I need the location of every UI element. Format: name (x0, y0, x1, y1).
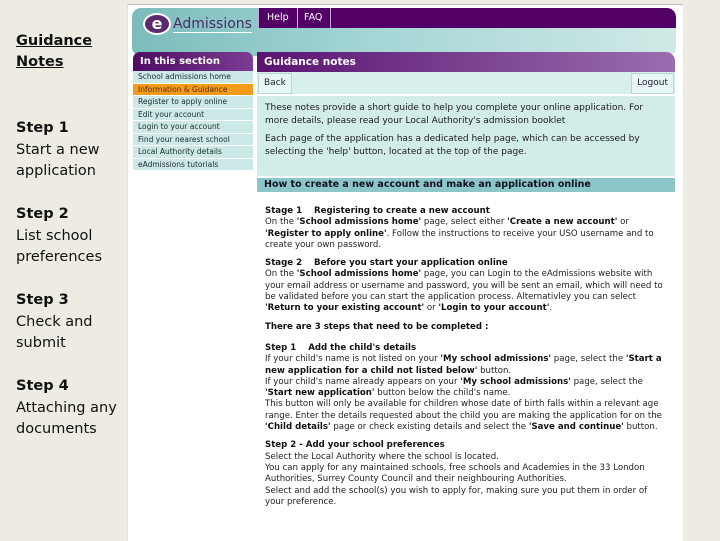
step-1-title: Step 1 Add the child's details (265, 342, 417, 353)
step-2-block: Step 2 - Add your school preferences Sel… (265, 440, 667, 508)
stage-2-title: Stage 2 Before you start your applicatio… (265, 258, 508, 269)
stage-1-block: Stage 1 Registering to create a new acco… (265, 206, 667, 251)
ui-reference: 'My school admissions' (460, 376, 571, 387)
sidebar-item-information-guidance[interactable]: Information & Guidance (133, 83, 253, 96)
in-this-section-sidebar: In this section School admissions home I… (133, 52, 253, 171)
text: If your child's name is not listed on yo… (265, 354, 441, 365)
slide-step-label: Step 1 (16, 120, 69, 136)
ui-reference: 'Start new application' (265, 388, 375, 399)
action-toolbar: Back Logout (257, 72, 675, 96)
text: or (424, 303, 439, 314)
slide-step-text: List school preferences (16, 227, 102, 266)
text: page, select the (551, 354, 626, 365)
sidebar-item-edit-account[interactable]: Edit your account (133, 108, 253, 121)
logout-button[interactable]: Logout (631, 73, 674, 94)
sidebar-item-register[interactable]: Register to apply online (133, 96, 253, 109)
sidebar-item-school-admissions-home[interactable]: School admissions home (133, 71, 253, 84)
intro-paragraph-1: These notes provide a short guide to hel… (265, 103, 644, 126)
sidebar-title: In this section (133, 52, 253, 71)
ui-reference: 'Register to apply online' (265, 228, 387, 239)
intro-box: These notes provide a short guide to hel… (257, 96, 675, 176)
slide-step-label: Step 3 (16, 292, 69, 308)
sidebar-item-tutorials[interactable]: eAdmissions tutorials (133, 158, 253, 171)
slide-step-label: Step 4 (16, 378, 69, 394)
text: or (617, 217, 629, 228)
stage-2-block: Stage 2 Before you start your applicatio… (265, 258, 667, 314)
text: page or check existing details and selec… (330, 422, 529, 433)
slide-step-label: Step 2 (16, 206, 69, 222)
step-2-line-1: Select the Local Authority where the sch… (265, 451, 499, 462)
text: If your child's name already appears on … (265, 376, 461, 387)
step-2-line-2: You can apply for any maintained schools… (265, 462, 645, 485)
sidebar-item-find-school[interactable]: Find your nearest school (133, 133, 253, 146)
guidance-notes-title: Guidance notes (257, 52, 675, 72)
section-heading: How to create a new account and make an … (257, 178, 675, 192)
text: On the (265, 269, 297, 280)
slide-step-1: Step 1 Start a new application (16, 118, 124, 183)
text: button below the child's name. (374, 388, 511, 399)
guidance-notes-heading: Guidance Notes (16, 33, 93, 70)
ui-reference: 'My school admissions' (440, 354, 552, 365)
step-2-line-3: Select and add the school(s) you wish to… (265, 485, 648, 507)
ui-reference: 'Save and continue' (528, 422, 624, 433)
nav-faq-link[interactable]: FAQ (296, 8, 332, 28)
sidebar-item-local-authority[interactable]: Local Authority details (133, 146, 253, 159)
text: page, select the (570, 376, 643, 387)
step-1-block: Step 1 Add the child's details If your c… (265, 343, 667, 433)
slide-step-4: Step 4 Attaching any documents (16, 376, 124, 441)
intro-paragraph-2: Each page of the application has a dedic… (265, 134, 640, 157)
eadmissions-logo[interactable]: e Admissions (143, 13, 252, 35)
nav-help-link[interactable]: Help (258, 8, 298, 28)
slide-step-text: Attaching any documents (16, 399, 117, 438)
ui-reference: 'School admissions home' (296, 269, 422, 280)
text: On the (265, 217, 297, 228)
back-button[interactable]: Back (258, 73, 292, 94)
logo-e-icon: e (143, 13, 171, 35)
site-header: e Admissions Help FAQ (132, 8, 676, 56)
steps-intro: There are 3 steps that need to be comple… (265, 321, 489, 332)
instructions-content: Stage 1 Registering to create a new acco… (257, 192, 675, 508)
text: This button will only be available for c… (265, 399, 662, 421)
ui-reference: 'Login to your account' (438, 303, 550, 314)
slide-step-3: Step 3 Check and submit (16, 290, 124, 355)
slide-step-text: Check and submit (16, 313, 93, 352)
slide-notes-column: Guidance Notes Step 1 Start a new applic… (0, 0, 127, 540)
text: button. (623, 422, 658, 433)
ui-reference: 'Child details' (265, 422, 331, 433)
step-2-title: Step 2 - Add your school preferences (265, 440, 445, 451)
slide-step-2: Step 2 List school preferences (16, 204, 124, 269)
slide-step-text: Start a new application (16, 141, 100, 180)
guidance-notes-panel: Guidance notes Back Logout These notes p… (257, 52, 675, 515)
text: button. (477, 365, 512, 376)
stage-1-title: Stage 1 Registering to create a new acco… (265, 206, 490, 216)
logo-text: Admissions (173, 15, 252, 33)
text: . (549, 303, 553, 314)
sidebar-item-login[interactable]: Login to your account (133, 121, 253, 134)
ui-reference: 'Return to your existing account' (265, 303, 425, 314)
website-screenshot: e Admissions Help FAQ In this section Sc… (127, 4, 683, 541)
ui-reference: 'Create a new account' (507, 217, 618, 228)
text: page, select either (421, 217, 508, 228)
ui-reference: 'School admissions home' (296, 217, 422, 228)
